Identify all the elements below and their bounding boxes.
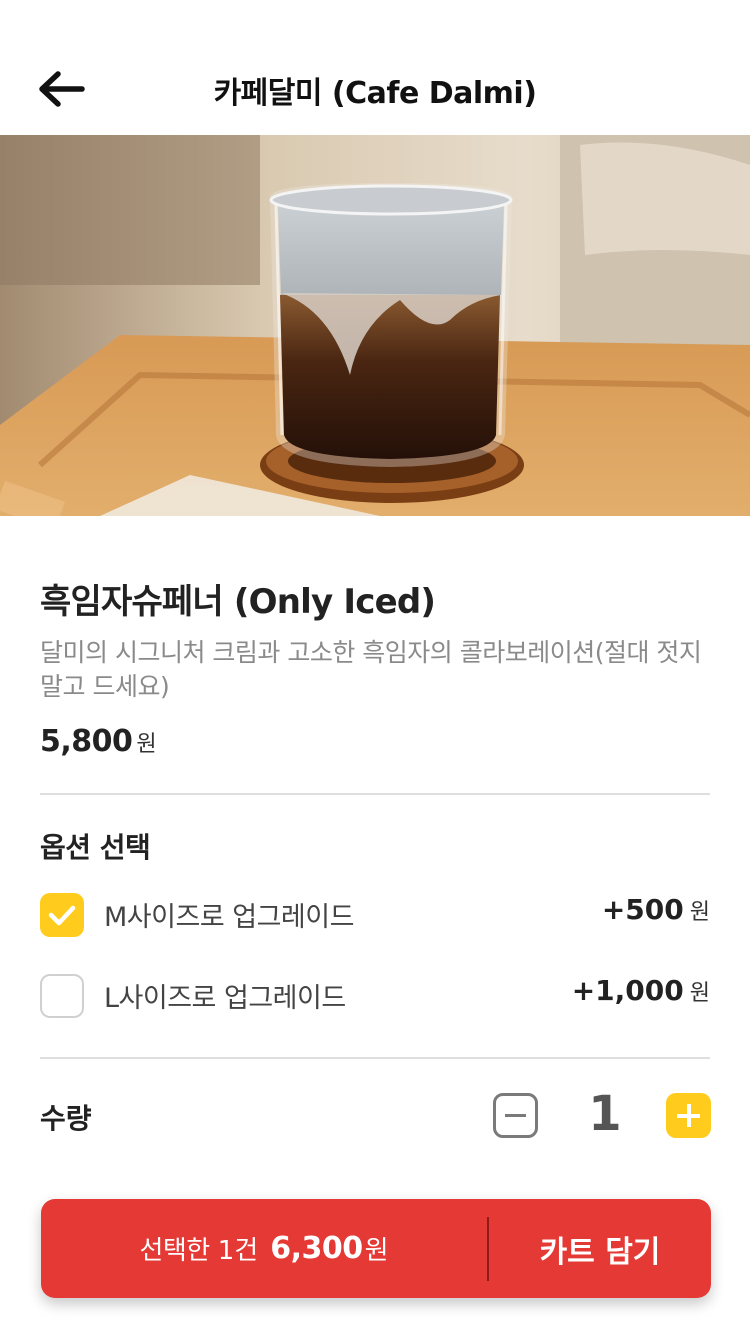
bottom-cart-bar: 선택한 1건 6,300 원 카트 담기: [41, 1199, 711, 1298]
summary-unit: 원: [364, 1236, 389, 1266]
add-to-cart-button[interactable]: 카트 담기: [489, 1199, 711, 1298]
option-price: +1,000 원: [572, 974, 710, 1007]
product-image: [0, 135, 750, 516]
product-price: 5,800 원: [40, 724, 157, 759]
product-description: 달미의 시그니처 크림과 고소한 흑임자의 콜라보레이션(절대 젓지말고 드세요…: [40, 638, 702, 701]
option-label: L사이즈로 업그레이드: [104, 983, 346, 1014]
price-unit: 원: [136, 732, 157, 757]
checkbox-unchecked[interactable]: [40, 974, 84, 1018]
quantity-value: 1: [588, 1086, 622, 1142]
checkbox-checked[interactable]: [40, 893, 84, 937]
option-m-size[interactable]: M사이즈로 업그레이드 +500 원: [40, 893, 710, 939]
page-title: 카페달미 (Cafe Dalmi): [213, 76, 537, 111]
option-label: M사이즈로 업그레이드: [104, 902, 354, 933]
plus-icon[interactable]: [666, 1093, 711, 1138]
summary-count: 1건: [217, 1236, 259, 1266]
order-summary[interactable]: 선택한 1건 6,300 원: [41, 1199, 487, 1298]
summary-label: 선택한: [139, 1236, 210, 1266]
quantity-label: 수량: [40, 1102, 92, 1135]
options-title: 옵션 선택: [40, 831, 151, 864]
option-price: +500 원: [602, 893, 710, 926]
option-l-size[interactable]: L사이즈로 업그레이드 +1,000 원: [40, 974, 710, 1020]
option-price-unit: 원: [689, 900, 710, 925]
divider: [40, 793, 710, 795]
divider: [40, 1057, 710, 1059]
check-icon: [48, 905, 76, 926]
product-name: 흑임자슈페너 (Only Iced): [40, 582, 436, 622]
price-value: 5,800: [40, 724, 133, 759]
option-price-amount: +1,000: [571, 974, 684, 1007]
minus-icon[interactable]: [493, 1093, 538, 1138]
summary-total: 6,300: [270, 1231, 363, 1266]
option-price-unit: 원: [689, 981, 710, 1006]
option-price-amount: +500: [601, 893, 684, 926]
app-header: 카페달미 (Cafe Dalmi): [0, 0, 750, 135]
